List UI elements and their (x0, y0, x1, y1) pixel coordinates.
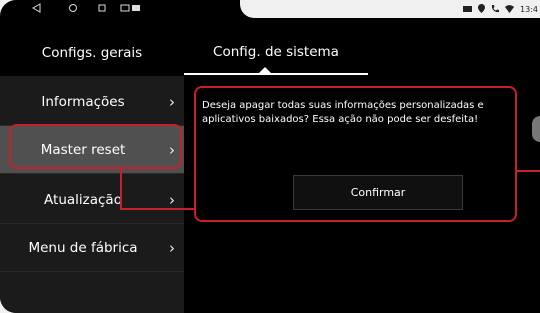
chevron-right-icon: › (169, 190, 175, 209)
tab-indicator (258, 67, 272, 74)
back-icon[interactable] (31, 3, 41, 15)
sidebar-item-menu-fabrica[interactable]: Menu de fábrica › (0, 224, 184, 272)
recents-icon[interactable] (97, 3, 107, 15)
device-screen: 13:4 Configs. gerais Config. de sistema … (0, 0, 540, 313)
status-bar: 13:4 (0, 0, 540, 18)
image-icon (131, 3, 141, 15)
highlight-connector-right (515, 170, 540, 172)
sidebar-item-atualizacao[interactable]: Atualização › (0, 176, 184, 224)
chevron-right-icon: › (169, 92, 175, 111)
sidebar-item-label: Informações (41, 93, 125, 110)
phone-icon (491, 4, 500, 15)
sidebar-item-label: Atualização (44, 191, 122, 208)
home-icon[interactable] (68, 3, 78, 15)
tab-config-sistema[interactable]: Config. de sistema (184, 30, 368, 75)
clock: 13:4 (520, 5, 538, 14)
highlight-master-reset (9, 124, 182, 169)
wifi-icon (505, 4, 515, 15)
tab-configs-gerais[interactable]: Configs. gerais (0, 30, 184, 75)
chevron-right-icon: › (169, 238, 175, 257)
sidebar-item-informacoes[interactable]: Informações › (0, 78, 184, 126)
highlight-connector-vertical (120, 168, 122, 210)
location-icon (478, 4, 486, 15)
highlight-connector-horizontal (120, 208, 196, 210)
cast-icon (120, 3, 130, 15)
sidebar: Informações › Master reset › Atualização… (0, 76, 184, 313)
sms-icon (463, 5, 473, 15)
status-right: 13:4 (463, 4, 538, 15)
highlight-dialog-box (194, 86, 517, 222)
sidebar-item-label: Menu de fábrica (28, 239, 138, 256)
scroll-handle[interactable] (532, 116, 540, 142)
